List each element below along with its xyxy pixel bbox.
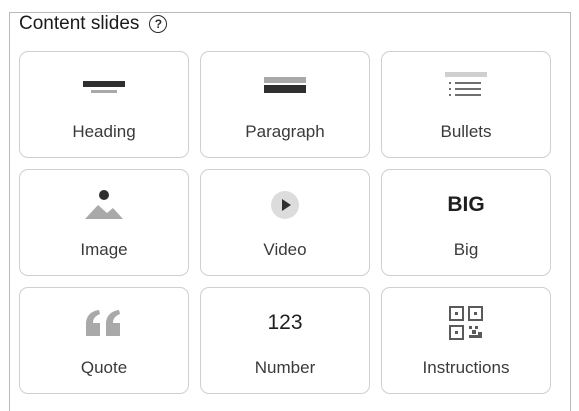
tile-label: Number [254, 358, 316, 377]
tile-label: Bullets [440, 122, 492, 141]
tile-number[interactable]: 123 Number [200, 287, 370, 394]
tile-heading[interactable]: Heading [19, 51, 189, 158]
tile-label: Quote [80, 358, 128, 377]
tile-video[interactable]: Video [200, 169, 370, 276]
tile-big[interactable]: BIG Big [381, 169, 551, 276]
qr-code-icon [382, 306, 550, 340]
play-icon [201, 188, 369, 222]
tile-label: Big [453, 240, 479, 259]
help-icon[interactable]: ? [149, 15, 168, 33]
tile-quote[interactable]: Quote [19, 287, 189, 394]
tile-bullets[interactable]: Bullets [381, 51, 551, 158]
tile-label: Image [80, 240, 128, 259]
panel-title: Content slides [19, 13, 140, 34]
image-icon [20, 188, 188, 222]
paragraph-icon [201, 70, 369, 104]
number-icon: 123 [267, 311, 303, 334]
heading-icon [20, 70, 188, 104]
tile-label: Paragraph [245, 122, 325, 141]
panel-header: Content slides ? [19, 12, 168, 36]
tile-image[interactable]: Image [19, 169, 189, 276]
tile-label: Heading [72, 122, 136, 141]
slide-type-grid: Heading Paragraph Bullets Image Video BI… [19, 51, 551, 394]
tile-paragraph[interactable]: Paragraph [200, 51, 370, 158]
tile-instructions[interactable]: Instructions [381, 287, 551, 394]
bullets-icon [382, 70, 550, 104]
tile-label: Instructions [422, 358, 510, 377]
big-text-icon: BIG [447, 193, 485, 216]
quote-icon [20, 306, 188, 340]
tile-label: Video [263, 240, 307, 259]
